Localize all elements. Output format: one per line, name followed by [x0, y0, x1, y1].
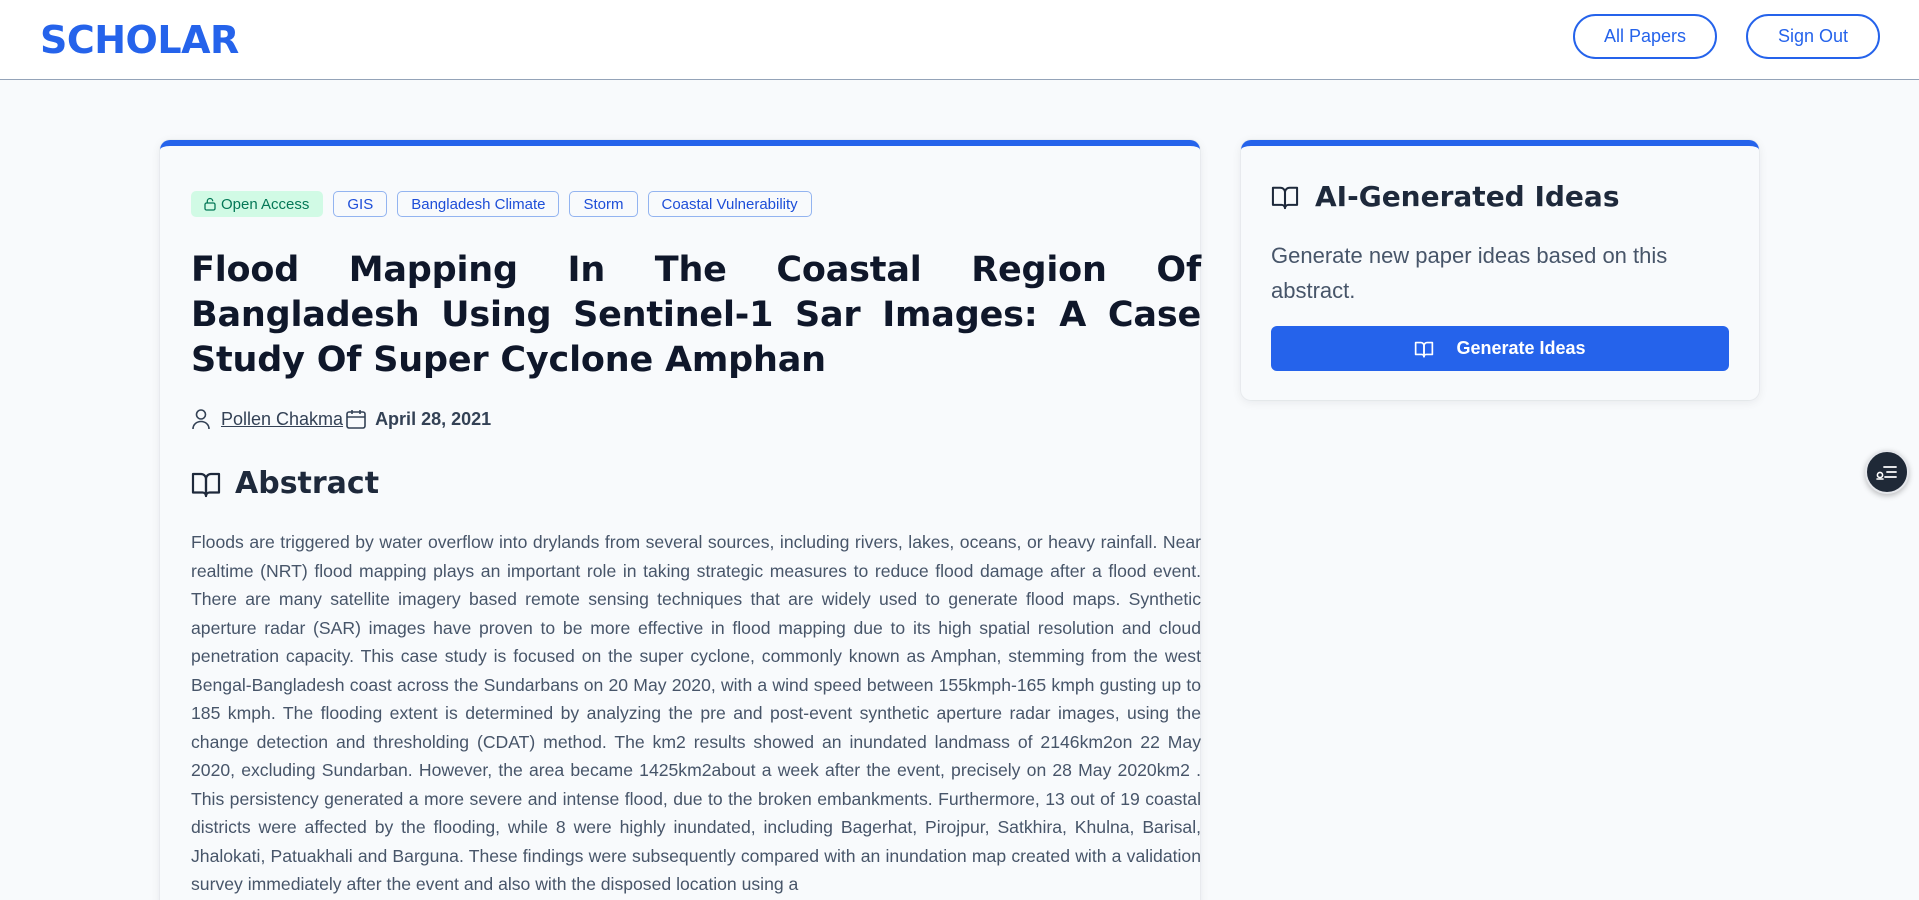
abstract-header: Abstract — [191, 466, 379, 501]
ai-ideas-title: AI-Generated Ideas — [1315, 180, 1620, 213]
author-link[interactable]: Pollen Chakma — [221, 409, 343, 430]
sign-out-button[interactable]: Sign Out — [1746, 14, 1880, 59]
generate-ideas-label: Generate Ideas — [1456, 338, 1586, 358]
tag-gis[interactable]: GIS — [333, 191, 388, 217]
ai-ideas-header: AI-Generated Ideas — [1271, 180, 1620, 213]
tag-coastal-vulnerability[interactable]: Coastal Vulnerability — [647, 191, 812, 217]
paper-card: Open Access GIS Bangladesh Climate Storm… — [160, 140, 1201, 900]
tag-list: Open Access GIS Bangladesh Climate Storm… — [191, 191, 812, 217]
book-open-icon — [191, 472, 221, 497]
tag-storm[interactable]: Storm — [569, 191, 638, 217]
floating-menu-button[interactable] — [1865, 450, 1909, 494]
lock-icon — [204, 197, 216, 211]
paper-title: Flood Mapping In The Coastal Region Of B… — [191, 250, 1201, 380]
abstract-heading: Abstract — [235, 466, 380, 501]
tag-open-access: Open Access — [191, 191, 324, 217]
top-navbar: SCHOLAR All Papers Sign Out — [0, 0, 1919, 80]
ai-ideas-description: Generate new paper ideas based on this a… — [1271, 243, 1668, 303]
all-papers-button[interactable]: All Papers — [1573, 14, 1717, 59]
list-settings-icon — [1876, 466, 1897, 480]
generate-ideas-button[interactable]: Generate Ideas — [1271, 326, 1729, 371]
book-open-icon — [1271, 186, 1299, 209]
book-open-icon — [1415, 341, 1434, 358]
tag-label: Open Access — [221, 195, 310, 213]
ai-ideas-card: AI-Generated Ideas Generate new paper id… — [1241, 140, 1759, 400]
calendar-icon — [346, 410, 366, 429]
tag-bangladesh-climate[interactable]: Bangladesh Climate — [397, 191, 560, 217]
paper-meta: Pollen Chakma April 28, 2021 — [191, 404, 491, 434]
publish-date: April 28, 2021 — [375, 408, 492, 429]
brand-logo[interactable]: SCHOLAR — [40, 18, 239, 62]
abstract-text: Floods are triggered by water overflow i… — [191, 532, 1201, 894]
user-icon — [192, 409, 210, 430]
